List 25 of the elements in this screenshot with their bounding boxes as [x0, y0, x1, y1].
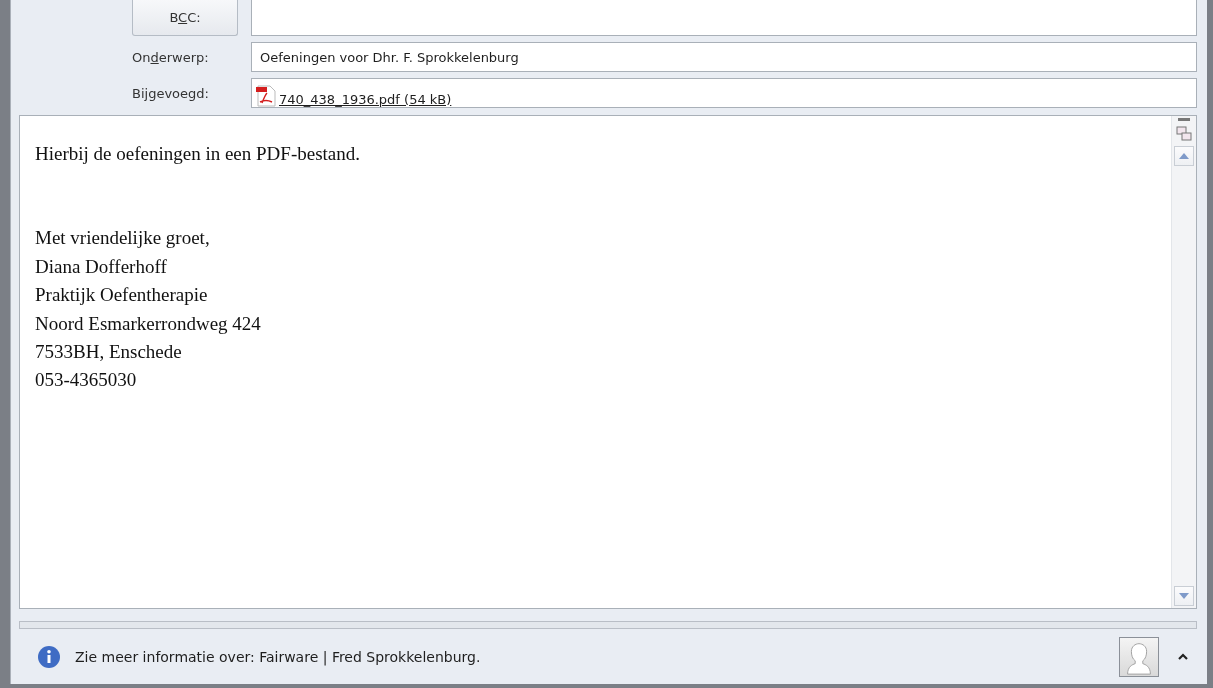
info-icon [37, 644, 61, 669]
subject-label: Onderwerp: [131, 49, 210, 65]
down-triangle-icon [1178, 592, 1190, 600]
ruler-icon [1178, 118, 1190, 122]
signature-line: Noord Esmarkerrondweg 424 [35, 311, 262, 336]
up-triangle-icon [1178, 152, 1190, 160]
expand-chevron-icon[interactable] [1177, 652, 1189, 661]
bcc-button[interactable]: BCC: [132, 0, 238, 36]
signature-line: Praktijk Oefentherapie [35, 283, 209, 308]
subject-text: Oefeningen voor Dhr. F. Sprokkelenburg [260, 49, 519, 65]
subject-field[interactable]: Oefeningen voor Dhr. F. Sprokkelenburg [251, 42, 1197, 72]
attachment-link[interactable]: 740_438_1936.pdf (54 kB) [279, 92, 452, 107]
signature-line: 7533BH, Enschede [35, 340, 183, 365]
body-paragraph: Hierbij de oefeningen in een PDF-bestand. [35, 142, 362, 166]
signature-line: Diana Dofferhoff [35, 254, 168, 279]
scroll-down-button[interactable] [1174, 586, 1194, 606]
attachment-label: Bijgevoegd: [131, 85, 210, 101]
signature-line: Met vriendelijke groet, [35, 226, 211, 251]
people-pane-text: Zie meer informatie over: Fairware | Fred Sprokkelenburg. [75, 648, 481, 665]
bcc-field[interactable] [251, 0, 1197, 36]
signature-line: 053-4365030 [35, 368, 138, 393]
person-silhouette-icon[interactable] [1119, 636, 1159, 677]
ruler-toggle-icon[interactable] [1176, 126, 1192, 142]
scroll-up-button[interactable] [1174, 146, 1194, 166]
splitter-bar[interactable] [19, 621, 1197, 629]
